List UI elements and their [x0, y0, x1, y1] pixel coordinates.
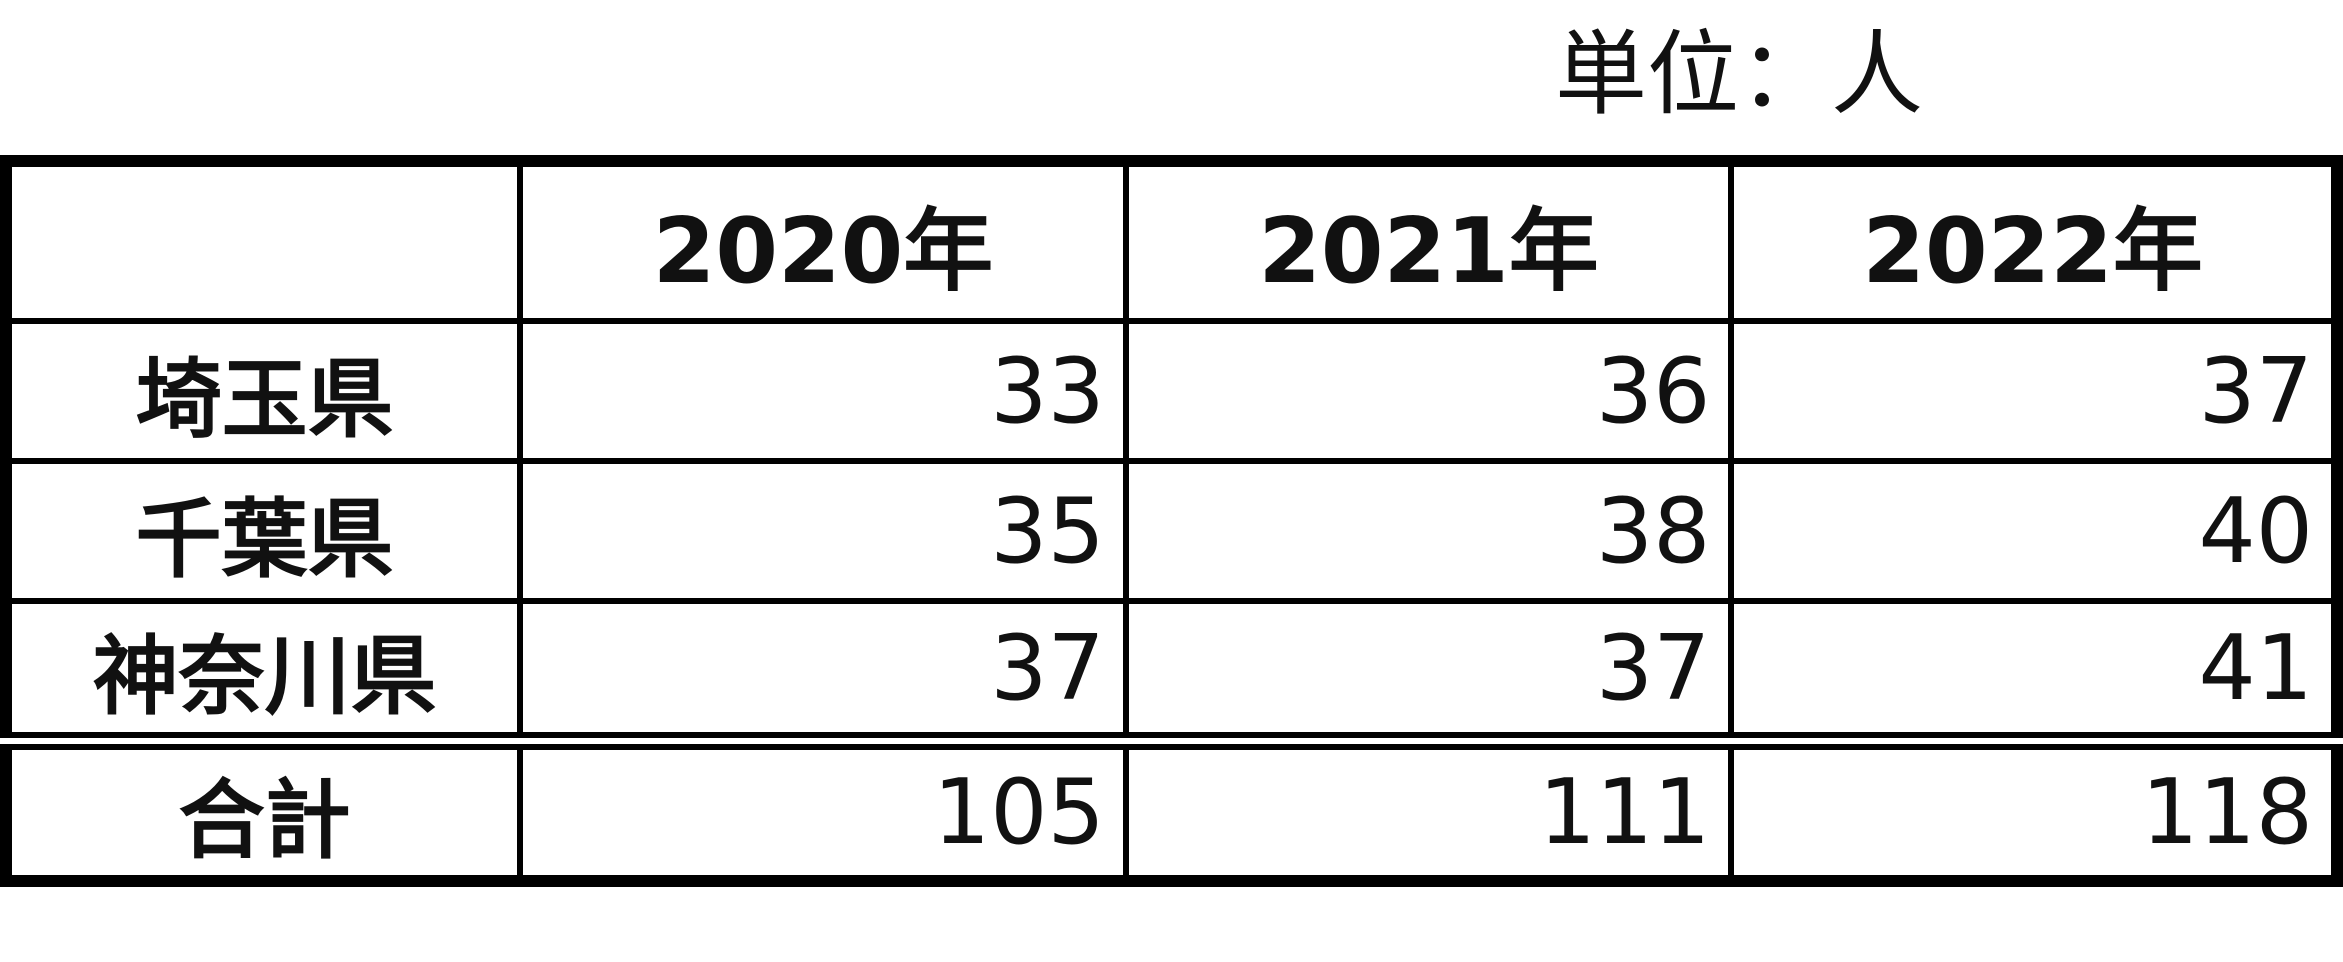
total-cell: 118: [1728, 732, 2340, 884]
column-header-2021: 2021年: [1122, 158, 1735, 324]
data-table: 2020年 2021年 2022年 埼玉県 33 36 37 千葉県 35 38…: [0, 155, 2343, 887]
table-cell: 33: [517, 318, 1129, 464]
corner-cell: [2, 158, 524, 324]
total-row: 合計 105 111 118: [2, 732, 2340, 884]
table-row: 千葉県 35 38 40: [2, 458, 2340, 604]
table-header-row: 2020年 2021年 2022年: [2, 158, 2340, 324]
row-header-total: 合計: [2, 732, 524, 884]
table-cell: 40: [1728, 458, 2340, 604]
table-cell: 38: [1122, 458, 1735, 604]
table-cell: 36: [1122, 318, 1735, 464]
table-cell: 35: [517, 458, 1129, 604]
table-cell: 41: [1728, 598, 2340, 744]
total-cell: 105: [517, 732, 1129, 884]
table-row: 埼玉県 33 36 37: [2, 318, 2340, 464]
total-cell: 111: [1122, 732, 1735, 884]
row-header-saitama: 埼玉県: [2, 318, 524, 464]
unit-label: 単位：人: [1555, 21, 1924, 128]
table-cell: 37: [1122, 598, 1735, 744]
table-cell: 37: [517, 598, 1129, 744]
table-row: 神奈川県 37 37 41: [2, 598, 2340, 744]
table-cell: 37: [1728, 318, 2340, 464]
row-header-chiba: 千葉県: [2, 458, 524, 604]
column-header-2020: 2020年: [517, 158, 1129, 324]
data-table-container: 2020年 2021年 2022年 埼玉県 33 36 37 千葉県 35 38…: [0, 155, 2343, 887]
column-header-2022: 2022年: [1728, 158, 2340, 324]
row-header-kanagawa: 神奈川県: [2, 598, 524, 744]
